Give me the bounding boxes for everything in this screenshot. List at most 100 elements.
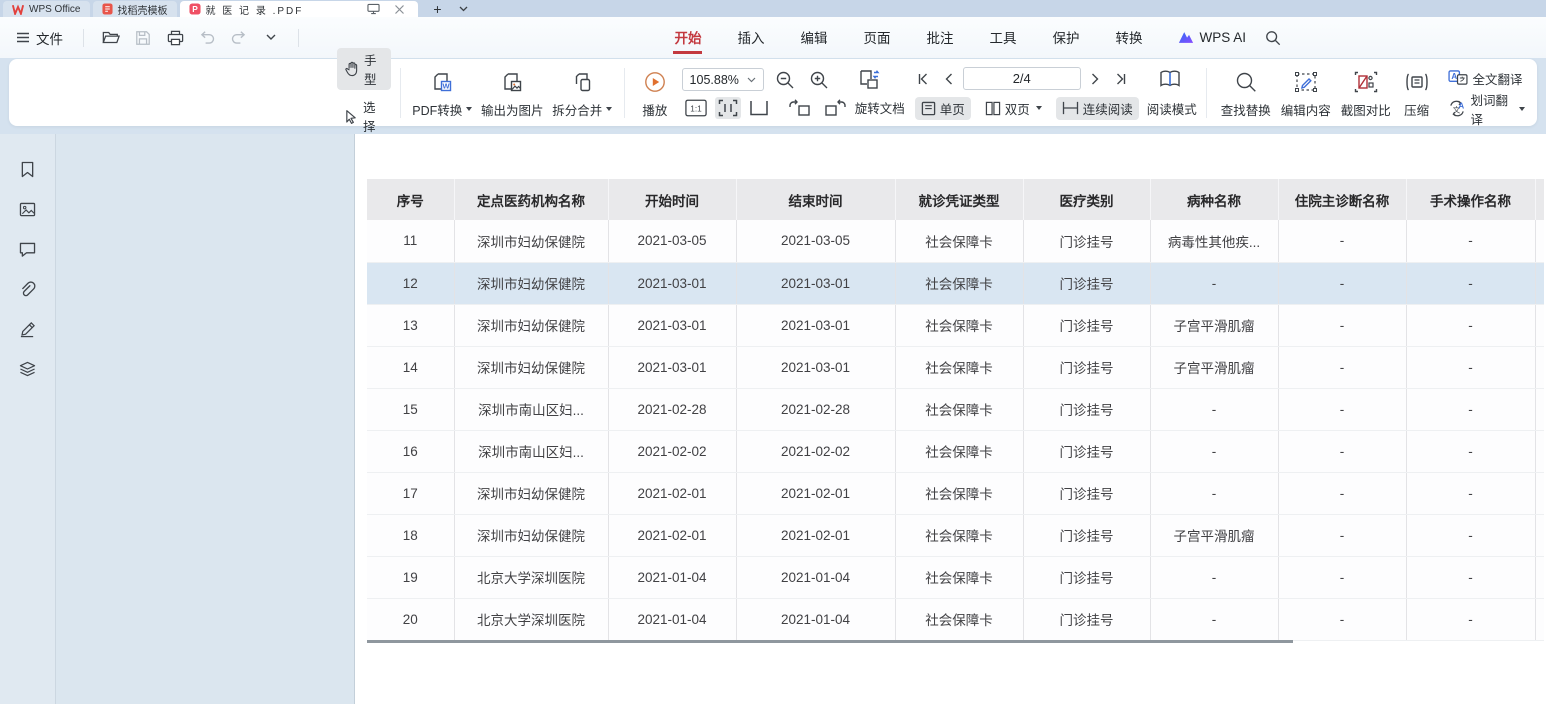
menu-tab-convert[interactable]: 转换: [1114, 21, 1143, 54]
table-row[interactable]: 19北京大学深圳医院2021-01-042021-01-04社会保障卡门诊挂号-…: [367, 556, 1544, 598]
single-page-button[interactable]: 单页: [915, 97, 971, 120]
page-indicator-input[interactable]: [963, 67, 1081, 90]
table-cell: 深圳市妇幼保健院: [454, 262, 608, 304]
word-translate-button[interactable]: 文A 划词翻译: [1444, 89, 1529, 129]
table-row[interactable]: 15深圳市南山区妇...2021-02-282021-02-28社会保障卡门诊挂…: [367, 388, 1544, 430]
table-cell-clipped: [1535, 472, 1544, 514]
table-row[interactable]: 11深圳市妇幼保健院2021-03-052021-03-05社会保障卡门诊挂号病…: [367, 220, 1544, 262]
table-cell-clipped: [1535, 220, 1544, 262]
table-cell: 2021-03-01: [608, 346, 736, 388]
file-menu-label: 文件: [36, 28, 63, 48]
continuous-read-button[interactable]: 连续阅读: [1056, 97, 1139, 120]
table-row[interactable]: 17深圳市妇幼保健院2021-02-012021-02-01社会保障卡门诊挂号-…: [367, 472, 1544, 514]
table-header-cell: 就诊凭证类型: [895, 179, 1023, 220]
close-tab-icon[interactable]: [391, 1, 409, 17]
full-text-translate-button[interactable]: A 全文翻译: [1444, 68, 1529, 89]
file-menu-button[interactable]: 文件: [12, 25, 67, 51]
table-cell: 2021-01-04: [736, 598, 895, 640]
rotate-pages-icon[interactable]: [854, 66, 886, 94]
previous-page-icon[interactable]: [941, 71, 956, 87]
word-translate-icon: 文A: [1448, 100, 1466, 117]
table-cell: 2021-03-01: [736, 304, 895, 346]
comment-icon[interactable]: [18, 240, 38, 258]
edit-content-button[interactable]: 编辑内容: [1276, 65, 1336, 121]
signature-pen-icon[interactable]: [18, 320, 38, 338]
fit-page-icon[interactable]: [746, 98, 772, 118]
table-cell: 2021-03-01: [608, 262, 736, 304]
undo-icon[interactable]: [196, 27, 218, 49]
table-cell: -: [1406, 262, 1535, 304]
table-row[interactable]: 20北京大学深圳医院2021-01-042021-01-04社会保障卡门诊挂号-…: [367, 598, 1544, 640]
export-as-image-button[interactable]: 输出为图片: [475, 65, 550, 121]
menu-tab-tools[interactable]: 工具: [988, 21, 1017, 54]
new-tab-button[interactable]: +: [429, 1, 447, 17]
zoom-in-icon[interactable]: [806, 68, 832, 92]
last-page-icon[interactable]: [1110, 71, 1129, 87]
table-row[interactable]: 12深圳市妇幼保健院2021-03-012021-03-01社会保障卡门诊挂号-…: [367, 262, 1544, 304]
tab-wps-office[interactable]: WPS Office: [3, 1, 90, 17]
read-mode-label[interactable]: 阅读模式: [1147, 99, 1197, 118]
menu-tab-insert[interactable]: 插入: [736, 21, 765, 54]
document-page: 序号定点医药机构名称开始时间结束时间就诊凭证类型医疗类别病种名称住院主诊断名称手…: [355, 134, 1546, 704]
full-translate-label: 全文翻译: [1473, 69, 1523, 88]
table-cell: -: [1150, 388, 1278, 430]
tab-list-chevron-icon[interactable]: [455, 1, 473, 17]
hamburger-icon: [16, 32, 30, 43]
menu-tab-edit[interactable]: 编辑: [799, 21, 828, 54]
table-cell: 2021-01-04: [608, 598, 736, 640]
table-row[interactable]: 18深圳市妇幼保健院2021-02-012021-02-01社会保障卡门诊挂号子…: [367, 514, 1544, 556]
table-cell: 2021-03-01: [608, 304, 736, 346]
double-page-button[interactable]: 双页: [979, 97, 1048, 120]
table-cell: -: [1278, 514, 1406, 556]
table-row[interactable]: 16深圳市南山区妇...2021-02-022021-02-02社会保障卡门诊挂…: [367, 430, 1544, 472]
screenshot-compare-button[interactable]: 截图对比: [1336, 65, 1396, 121]
tab-docer-templates[interactable]: 找稻壳模板: [93, 1, 177, 17]
menu-tab-page[interactable]: 页面: [862, 21, 891, 54]
table-header-cell: 住院主诊断名称: [1278, 179, 1406, 220]
zoom-out-icon[interactable]: [772, 68, 798, 92]
hand-tool-button[interactable]: 手型: [337, 48, 391, 90]
compress-label: 压缩: [1404, 100, 1429, 119]
read-mode-book-icon[interactable]: [1154, 66, 1186, 92]
menu-tab-comment[interactable]: 批注: [925, 21, 954, 54]
print-icon[interactable]: [164, 27, 186, 49]
attachment-icon[interactable]: [18, 280, 38, 298]
rotate-doc-label[interactable]: 旋转文档: [855, 98, 905, 117]
redo-icon[interactable]: [228, 27, 250, 49]
wps-ai-button[interactable]: WPS AI: [1178, 30, 1246, 45]
presentation-monitor-icon[interactable]: [365, 1, 383, 17]
compress-button[interactable]: 压缩: [1396, 65, 1438, 121]
pdf-convert-button[interactable]: W PDF转换: [410, 65, 475, 121]
find-replace-button[interactable]: 查找替换: [1216, 65, 1276, 121]
first-page-icon[interactable]: [915, 71, 934, 87]
split-merge-icon: [570, 67, 594, 97]
open-folder-icon[interactable]: [100, 27, 122, 49]
fit-width-icon[interactable]: [715, 97, 741, 119]
rotate-left-icon[interactable]: [785, 96, 815, 120]
search-icon[interactable]: [1262, 27, 1284, 49]
word-translate-label: 划词翻译: [1471, 90, 1512, 128]
bookmark-icon[interactable]: [18, 160, 38, 178]
actual-size-icon[interactable]: 1:1: [682, 97, 710, 119]
tab-document[interactable]: P 就 医 记 录 .PDF: [180, 1, 418, 17]
thumbnail-icon[interactable]: [18, 200, 38, 218]
menu-tab-protect[interactable]: 保护: [1051, 21, 1080, 54]
history-chevron-icon[interactable]: [260, 27, 282, 49]
layers-icon[interactable]: [18, 360, 38, 378]
table-row[interactable]: 14深圳市妇幼保健院2021-03-012021-03-01社会保障卡门诊挂号子…: [367, 346, 1544, 388]
rotate-right-icon[interactable]: [820, 96, 850, 120]
table-cell: 14: [367, 346, 454, 388]
next-page-icon[interactable]: [1088, 71, 1103, 87]
table-cell: 北京大学深圳医院: [454, 556, 608, 598]
save-icon[interactable]: [132, 27, 154, 49]
export-image-label: 输出为图片: [481, 100, 544, 119]
menu-tab-home[interactable]: 开始: [673, 21, 702, 54]
table-row[interactable]: 13深圳市妇幼保健院2021-03-012021-03-01社会保障卡门诊挂号子…: [367, 304, 1544, 346]
table-cell: 门诊挂号: [1023, 346, 1150, 388]
find-replace-icon: [1235, 67, 1257, 97]
play-button[interactable]: 播放: [634, 65, 676, 121]
zoom-level-dropdown[interactable]: 105.88%: [682, 68, 764, 91]
split-merge-button[interactable]: 拆分合并: [550, 65, 615, 121]
select-tool-button[interactable]: 选择: [337, 95, 391, 137]
screenshot-compare-label: 截图对比: [1341, 100, 1391, 119]
